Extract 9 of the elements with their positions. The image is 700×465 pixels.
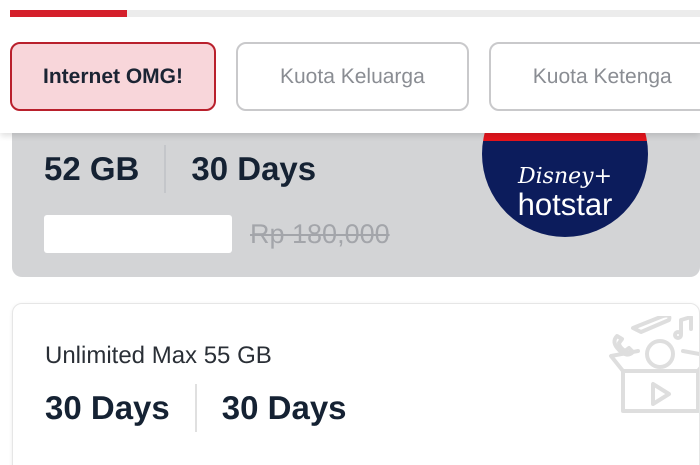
- category-tab[interactable]: Internet OMG!: [10, 42, 216, 111]
- package-spec: 30 Days: [222, 388, 347, 428]
- logo-text: hotstar: [518, 189, 612, 221]
- package-spec: 52 GB: [44, 149, 140, 189]
- package-title: Unlimited Max 55 GB: [45, 342, 273, 370]
- logo-text: Disney+: [518, 165, 612, 189]
- package-spec: 30 Days: [191, 149, 316, 189]
- package-spec: 30 Days: [45, 388, 170, 428]
- package-card[interactable]: Unlimited Max 55 GB 30 Days 30 Days: [12, 303, 700, 465]
